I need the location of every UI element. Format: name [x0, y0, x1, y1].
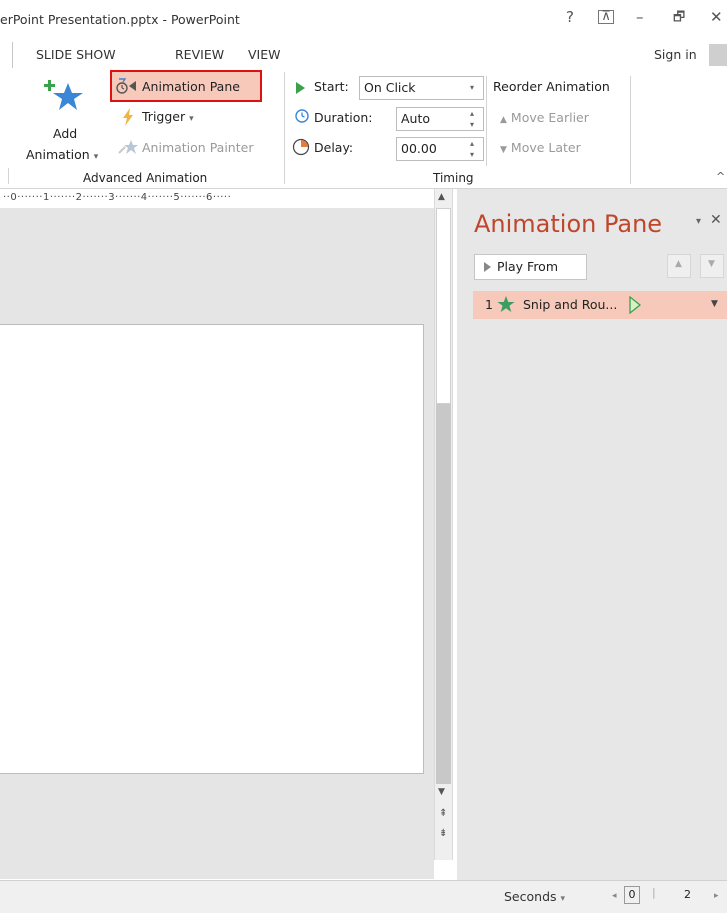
- timeline-scroll-left-icon[interactable]: ◂: [612, 891, 617, 901]
- arrow-up-icon: ▲: [500, 115, 507, 125]
- animation-name: Snip and Rou...: [523, 297, 618, 312]
- animation-pane-icon: [116, 77, 138, 95]
- horizontal-ruler: ··0·······1·······2·······3·······4·····…: [0, 189, 434, 208]
- delay-value: 00.00: [401, 141, 437, 156]
- add-animation-label-2: Animation: [26, 147, 90, 162]
- scroll-down-icon[interactable]: ▼: [438, 787, 445, 797]
- start-value: On Click: [364, 80, 416, 95]
- seconds-dropdown[interactable]: Seconds ▾: [504, 889, 565, 904]
- timeline-scroll-right-icon[interactable]: ▸: [714, 891, 719, 901]
- tab-view[interactable]: VIEW: [248, 47, 281, 62]
- restore-icon[interactable]: 🗗: [673, 8, 685, 30]
- seconds-label: Seconds: [504, 889, 557, 904]
- duration-spinner[interactable]: Auto ▴ ▾: [396, 107, 484, 131]
- minimize-icon[interactable]: –: [636, 8, 644, 26]
- start-label: Start:: [314, 79, 349, 94]
- item-dropdown-icon[interactable]: ▼: [711, 299, 718, 309]
- ribbon-display-options-icon[interactable]: ⊼: [598, 10, 614, 24]
- play-icon: [296, 82, 305, 94]
- play-icon: [484, 262, 491, 272]
- group-divider: [486, 76, 487, 166]
- move-down-button[interactable]: ▼: [700, 254, 724, 278]
- window-title: erPoint Presentation.pptx - PowerPoint: [0, 12, 240, 27]
- add-animation-button[interactable]: Animation ▾: [26, 147, 98, 162]
- timeline-tick: |: [652, 886, 656, 899]
- duration-label: Duration:: [314, 110, 373, 125]
- chevron-down-icon: ▾: [189, 114, 194, 124]
- spinner-arrows-icon[interactable]: ▴ ▾: [470, 108, 474, 130]
- timing-bar-icon: [628, 295, 642, 317]
- delay-label: Delay:: [314, 140, 354, 155]
- group-divider: [630, 76, 631, 184]
- lightning-icon: [121, 108, 135, 126]
- group-divider: [8, 168, 9, 184]
- trigger-button[interactable]: Trigger ▾: [142, 109, 194, 124]
- chevron-down-icon: ▾: [560, 894, 566, 904]
- spinner-arrows-icon[interactable]: ▴ ▾: [470, 138, 474, 160]
- move-earlier-button[interactable]: ▲ Move Earlier: [500, 110, 589, 125]
- group-divider: [284, 72, 285, 184]
- advanced-animation-group-label: Advanced Animation: [83, 171, 208, 185]
- add-animation-label-1[interactable]: Add: [53, 126, 77, 141]
- help-icon[interactable]: ?: [566, 8, 574, 26]
- animation-index: 1: [485, 297, 493, 312]
- sign-in-link[interactable]: Sign in: [654, 47, 697, 62]
- scroll-up-icon[interactable]: ▲: [438, 192, 445, 202]
- duration-value: Auto: [401, 111, 431, 126]
- arrow-down-icon: ▼: [500, 145, 507, 155]
- animation-painter-button[interactable]: Animation Painter: [142, 140, 253, 155]
- move-later-button[interactable]: ▼ Move Later: [500, 140, 581, 155]
- pane-options-icon[interactable]: ▾: [696, 216, 701, 227]
- move-later-label: Move Later: [510, 140, 581, 155]
- scrollbar-thumb[interactable]: [436, 208, 451, 404]
- status-bar: [0, 880, 727, 913]
- chevron-down-icon: ▾: [93, 152, 99, 162]
- timeline-start-value: 0: [624, 886, 640, 904]
- move-up-button[interactable]: ▲: [667, 254, 691, 278]
- play-from-button[interactable]: Play From: [474, 254, 587, 280]
- move-earlier-label: Move Earlier: [510, 110, 589, 125]
- avatar[interactable]: [709, 44, 727, 66]
- reorder-animation-title: Reorder Animation: [493, 79, 610, 94]
- start-select[interactable]: On Click ▾: [359, 76, 484, 100]
- collapse-ribbon-icon[interactable]: ^: [716, 170, 725, 183]
- tab-review[interactable]: REVIEW: [175, 47, 224, 62]
- star-effect-icon: [497, 296, 515, 316]
- add-animation-icon[interactable]: [40, 78, 92, 112]
- close-icon[interactable]: ✕: [710, 8, 723, 26]
- tab-animations-edge[interactable]: [0, 42, 13, 68]
- timing-group-label: Timing: [433, 171, 474, 185]
- list-item[interactable]: 1 Snip and Rou... ▼: [473, 291, 727, 319]
- chevron-down-icon: ▾: [470, 83, 475, 92]
- slide-canvas[interactable]: [0, 324, 424, 774]
- animation-pane-label: Animation Pane: [142, 79, 240, 94]
- animation-painter-icon: [118, 139, 140, 155]
- tab-slide-show[interactable]: SLIDE SHOW: [36, 47, 116, 62]
- delay-spinner[interactable]: 00.00 ▴ ▾: [396, 137, 484, 161]
- trigger-label: Trigger: [142, 109, 186, 124]
- timeline-end-value: 2: [684, 888, 691, 901]
- clock-icon: [295, 109, 309, 123]
- play-from-label: Play From: [497, 259, 559, 274]
- close-pane-icon[interactable]: ✕: [710, 212, 722, 228]
- arrow-down-icon: ▼: [708, 259, 715, 269]
- animation-pane-title: Animation Pane: [474, 210, 663, 238]
- scrollbar-track[interactable]: [436, 404, 451, 784]
- next-slide-icon[interactable]: ⇟: [439, 828, 447, 839]
- previous-slide-icon[interactable]: ⇞: [439, 808, 447, 819]
- arrow-up-icon: ▲: [675, 259, 682, 269]
- ruler-marks: ··0·······1·······2·······3·······4·····…: [3, 192, 232, 203]
- delay-icon: [292, 138, 310, 156]
